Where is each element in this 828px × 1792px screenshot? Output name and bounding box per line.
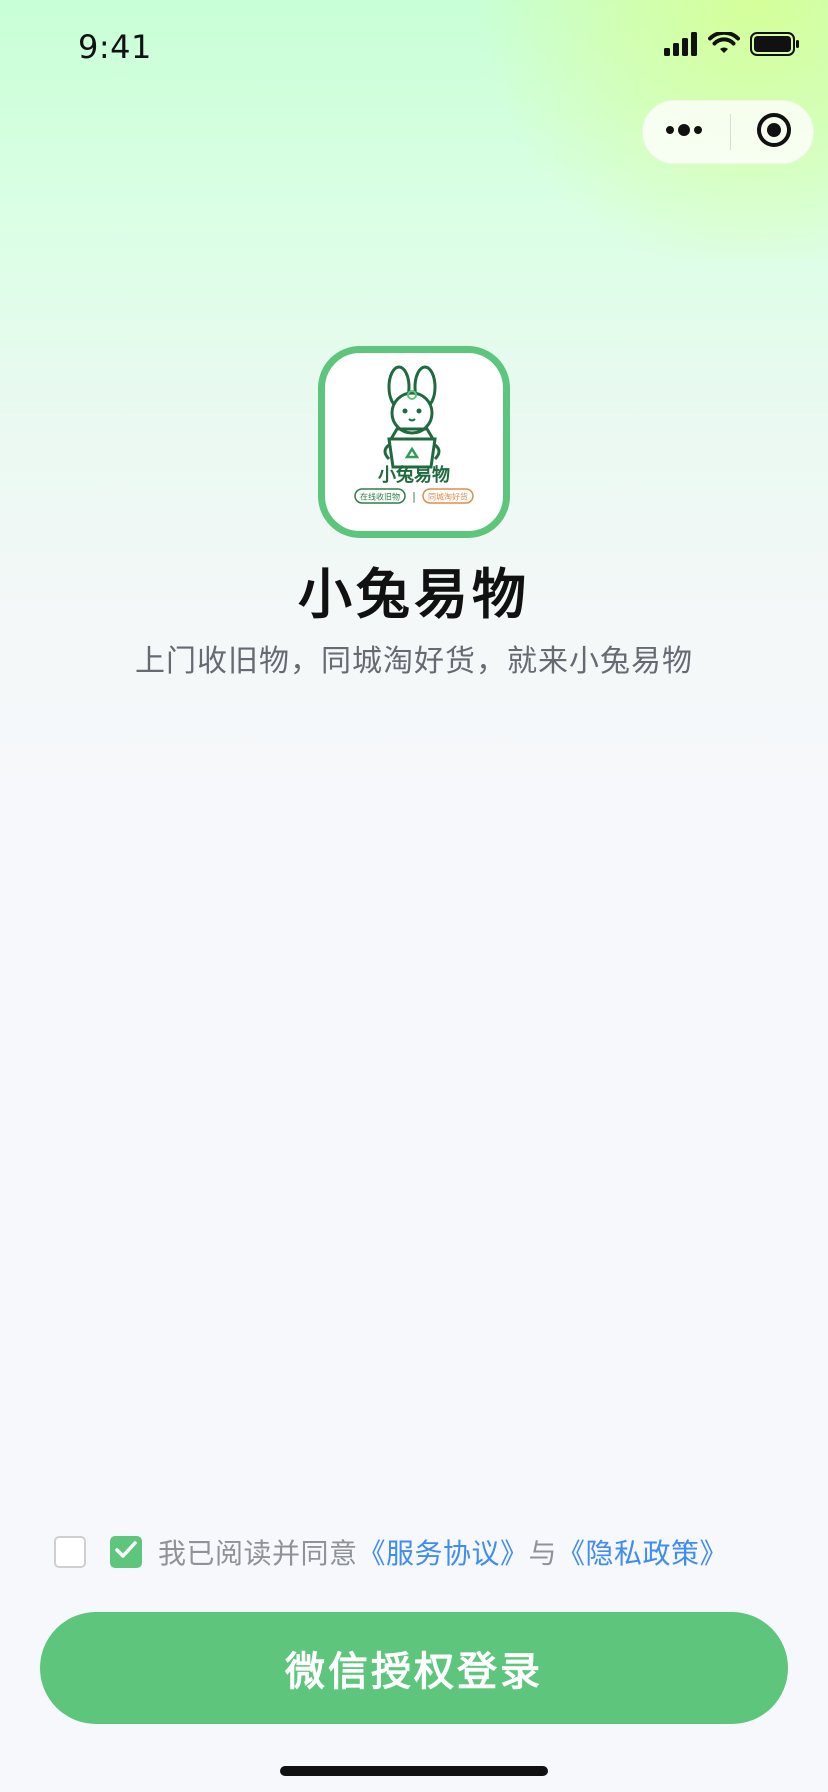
target-icon[interactable]: [756, 112, 792, 152]
app-title: 小兔易物: [298, 563, 530, 626]
agreement-text: 我已阅读并同意《服务协议》与《隐私政策》: [158, 1532, 728, 1572]
agreement-connector: 与: [528, 1537, 558, 1570]
check-icon: [115, 1541, 137, 1563]
app-subtitle: 上门收旧物，同城淘好货，就来小兔易物: [135, 644, 693, 679]
signal-icon: [664, 32, 698, 60]
home-indicator: [280, 1766, 548, 1776]
rabbit-logo-icon: 小兔易物 在线收旧物 | 同城淘好货: [354, 365, 474, 504]
wifi-icon: [708, 30, 740, 60]
agreement-prefix: 我已阅读并同意: [158, 1537, 358, 1570]
logo-tag-left: 在线收旧物: [360, 492, 400, 502]
checkbox-empty[interactable]: [54, 1536, 86, 1568]
status-time: 9:41: [78, 28, 152, 66]
logo-text: 小兔易物: [378, 464, 450, 486]
app-logo: 小兔易物 在线收旧物 | 同城淘好货: [318, 346, 510, 538]
agreement-row: 我已阅读并同意《服务协议》与《隐私政策》: [54, 1536, 728, 1570]
battery-icon: [750, 31, 800, 61]
wechat-login-button[interactable]: 微信授权登录: [40, 1612, 788, 1724]
service-agreement-link[interactable]: 《服务协议》: [358, 1537, 529, 1570]
agreement-checkbox[interactable]: [110, 1536, 142, 1568]
capsule-divider: [729, 114, 731, 150]
logo-tag-separator: |: [412, 490, 416, 503]
privacy-policy-link[interactable]: 《隐私政策》: [557, 1537, 728, 1570]
status-icons: [664, 30, 800, 61]
more-dots-icon[interactable]: [664, 120, 704, 144]
mini-program-capsule: [642, 100, 814, 164]
logo-tag-right: 同城淘好货: [428, 492, 468, 502]
